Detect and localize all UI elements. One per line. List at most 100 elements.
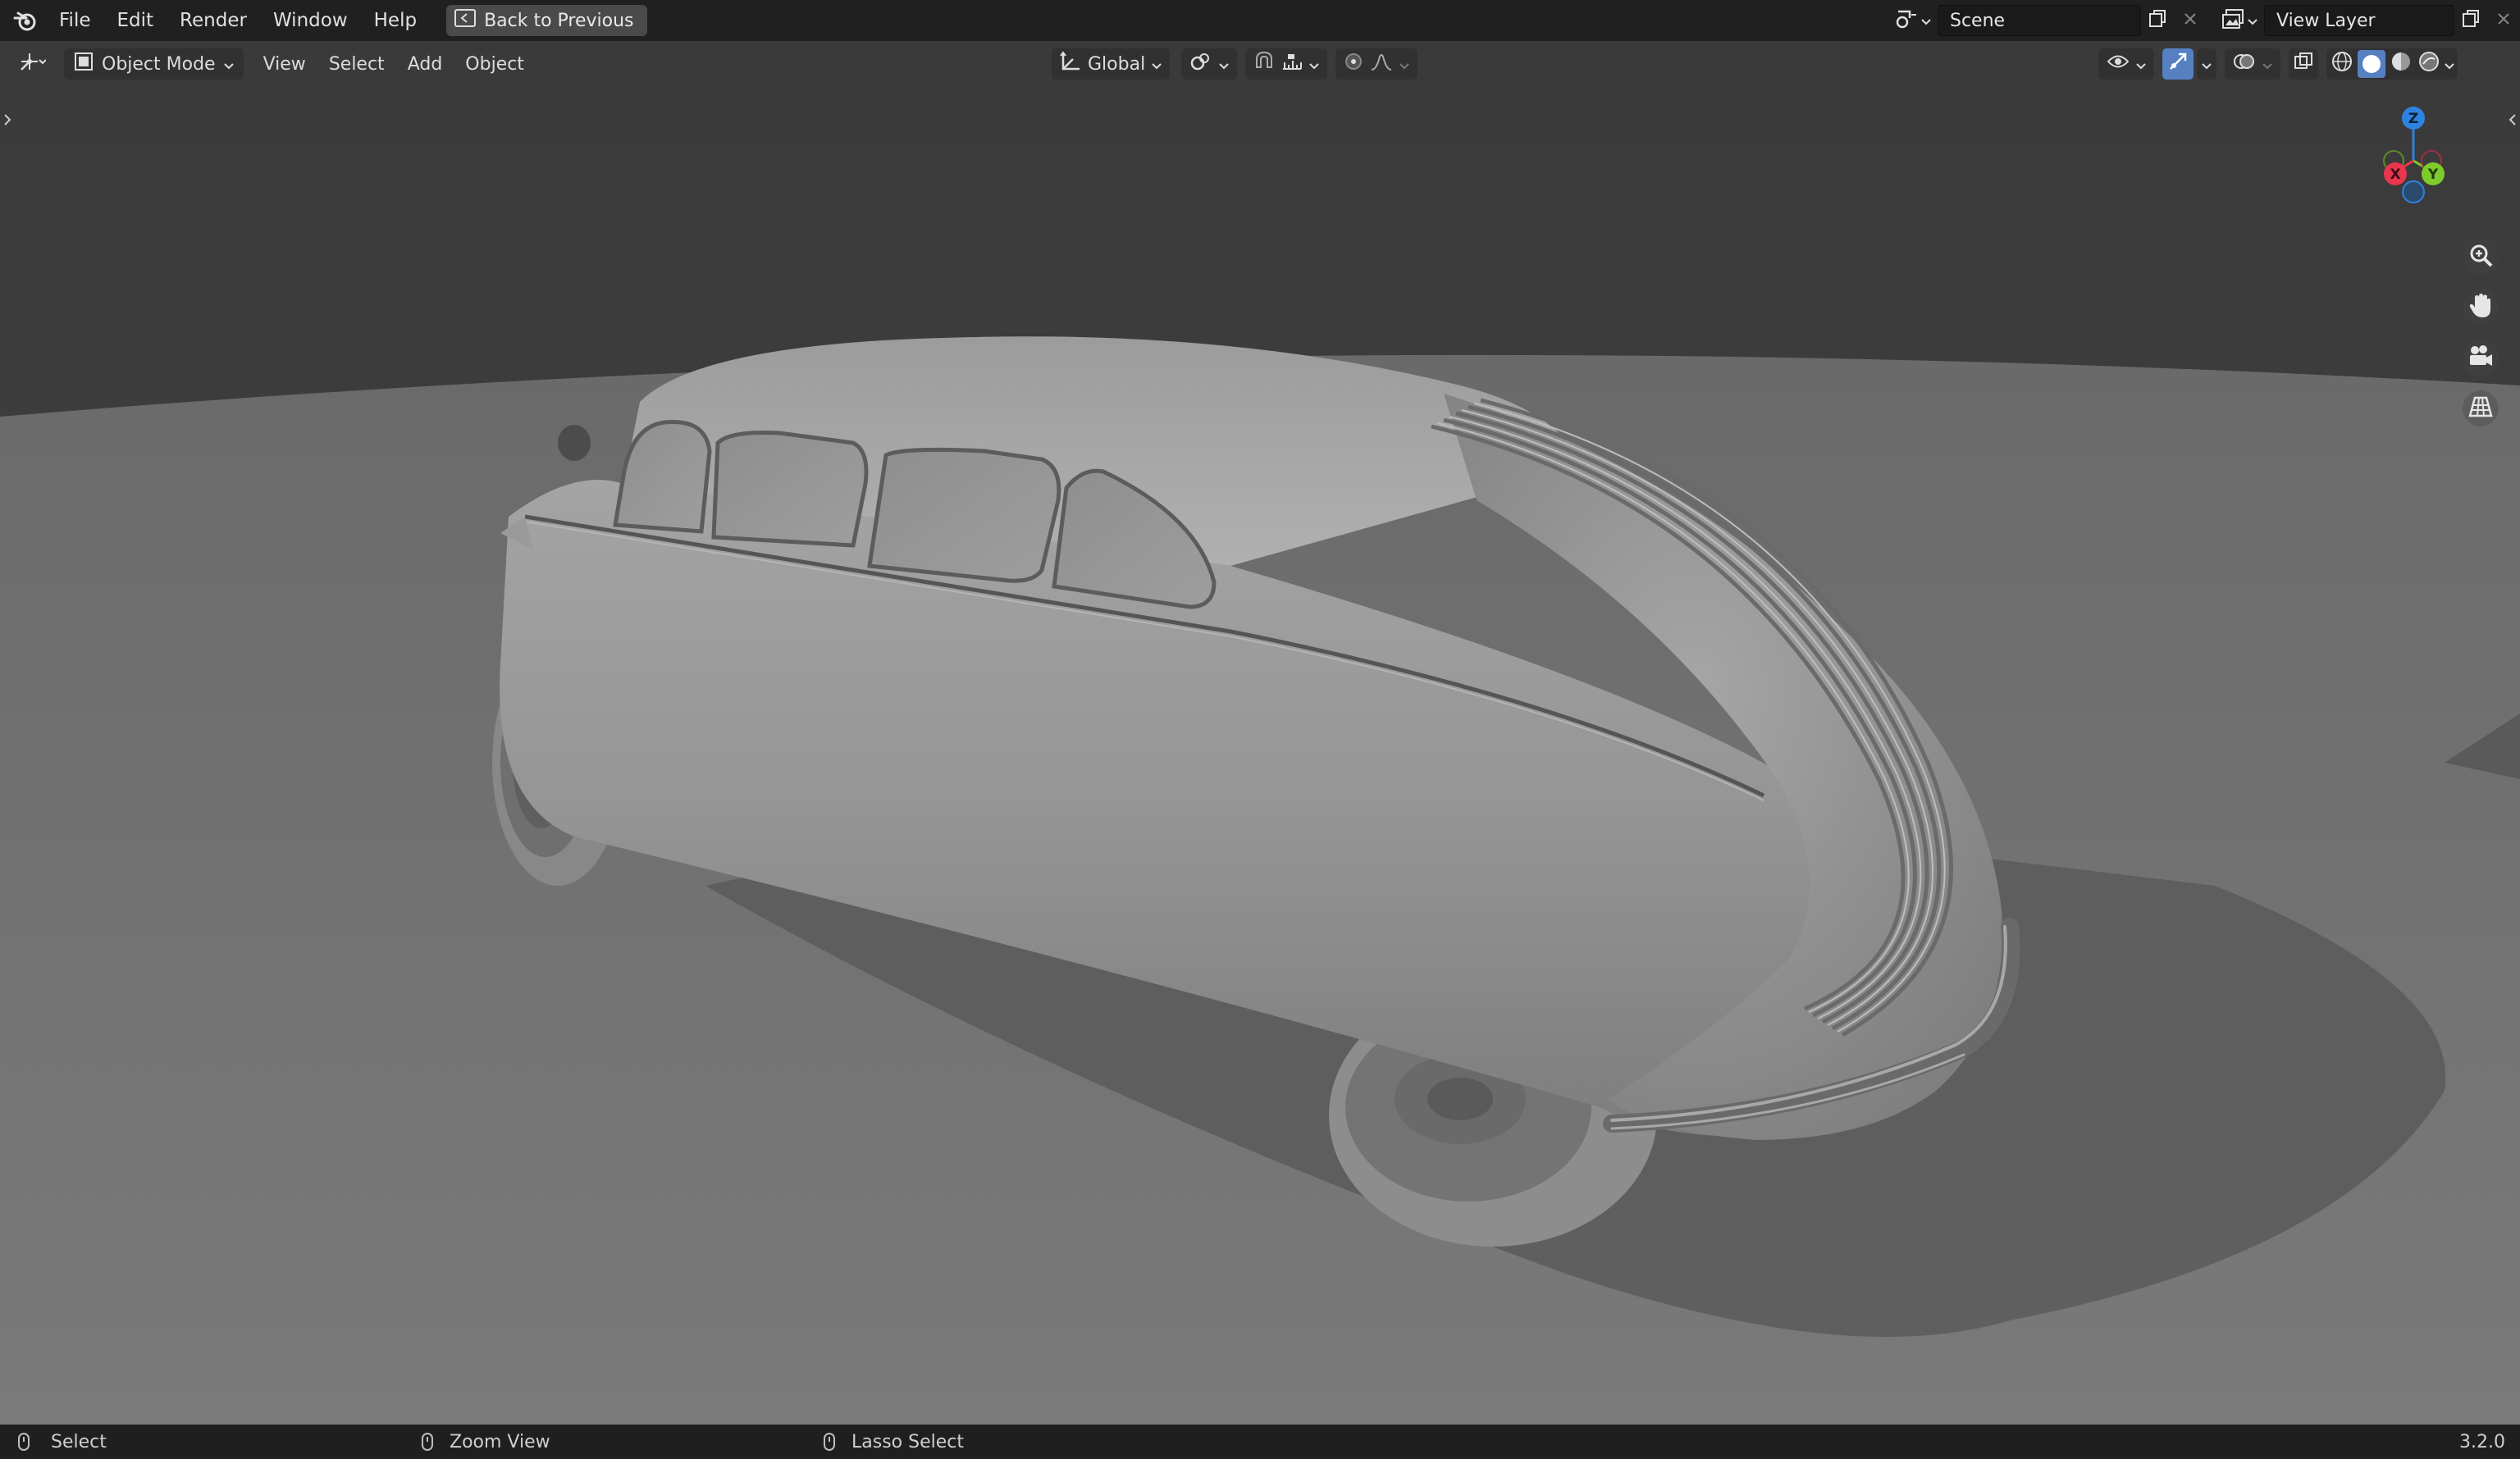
scene-browse-button[interactable] [1888,5,1938,36]
top-bar: File Edit Render Window Help Back to Pre… [0,0,2520,41]
proportional-icon [1344,52,1363,76]
grid-icon [2468,394,2493,422]
chevron-down-icon [1152,54,1162,75]
menu-select[interactable]: Select [317,54,396,75]
status-lasso-select-label: Lasso Select [851,1431,964,1452]
overlays-icon [2233,52,2256,76]
editor-type-button[interactable] [11,48,52,80]
hand-icon [2468,293,2493,322]
back-to-previous-button[interactable]: Back to Previous [446,5,647,36]
version-label: 3.2.0 [2459,1431,2505,1452]
blender-logo-icon[interactable] [5,0,46,41]
gizmo-z-label: Z [2408,111,2418,127]
menu-add[interactable]: Add [396,54,454,75]
zoom-icon [2468,243,2493,271]
transform-controls: Global [1052,48,1418,80]
view-layer-name-field[interactable]: View Layer [2264,5,2454,36]
chevron-down-icon [2202,54,2212,75]
orientation-label: Global [1088,53,1146,75]
status-select-label: Select [51,1431,107,1452]
pivot-icon [1189,52,1212,76]
camera-view-button[interactable] [2463,340,2499,376]
delete-view-layer-button[interactable] [2487,5,2520,36]
sidebar-toggle[interactable] [2505,108,2520,133]
falloff-icon [1370,52,1393,76]
overlays-toggle[interactable] [2225,48,2280,80]
top-right-selectors: Scene View Layer [1888,0,2520,41]
status-lasso-select: Lasso Select [824,1432,964,1452]
xray-toggle[interactable] [2289,48,2318,80]
menu-window[interactable]: Window [260,0,361,41]
gizmo-neg-z[interactable] [2402,180,2425,203]
snap-toggle[interactable] [1245,48,1328,80]
perspective-toggle-button[interactable] [2463,390,2499,426]
status-bar: Select Zoom View Lasso Select 3.2.0 [0,1425,2520,1459]
chevron-down-icon [1921,13,1931,29]
menu-object[interactable]: Object [454,54,536,75]
scene-selector: Scene [1888,5,2207,36]
zoom-view-button[interactable] [2463,239,2499,275]
mouse-right-icon [824,1433,835,1451]
scene-name-field[interactable]: Scene [1938,5,2141,36]
chevron-left-icon [2509,111,2517,130]
camera-icon [2468,344,2494,371]
3d-viewport[interactable]: Z X Y [0,41,2520,1425]
menu-view[interactable]: View [252,54,317,75]
mode-label: Object Mode [102,53,216,75]
chevron-down-icon [1399,54,1409,75]
editor-type-icon [18,50,47,78]
view-layer-browse-button[interactable] [2215,5,2264,36]
viewport-header: Object Mode View Select Add Object Globa… [0,41,2520,87]
rendered-shading-icon[interactable] [2417,49,2441,79]
orientation-icon [1060,51,1081,77]
proportional-editing-toggle[interactable] [1335,48,1418,80]
chevron-down-icon[interactable] [2445,54,2454,75]
transform-orientation-dropdown[interactable]: Global [1052,48,1171,80]
chevron-down-icon [1309,54,1319,75]
scene-icon [1895,8,1918,33]
menu-edit[interactable]: Edit [104,0,167,41]
status-zoom-view-label: Zoom View [450,1431,550,1452]
mouse-middle-icon [422,1433,433,1451]
copy-icon [2461,9,2481,32]
chevron-down-icon [2262,54,2272,75]
blender-window: File Edit Render Window Help Back to Pre… [0,0,2520,1459]
view-layer-icon [2221,8,2244,33]
navigation-gizmo[interactable]: Z X Y [2331,103,2479,218]
shading-mode-group [2326,48,2458,80]
visibility-dropdown[interactable] [2098,48,2154,80]
delete-scene-button[interactable] [2174,5,2207,36]
menu-file[interactable]: File [46,0,104,41]
gizmo-dropdown[interactable] [2197,48,2216,80]
chevron-down-icon [1219,54,1229,75]
toolbar-toggle[interactable] [0,108,15,133]
pivot-point-dropdown[interactable] [1181,48,1238,80]
eye-icon [2107,52,2130,75]
gizmo-toggle[interactable] [2162,48,2194,80]
new-scene-button[interactable] [2141,5,2174,36]
mouse-left-icon [18,1433,30,1451]
back-to-previous-label: Back to Previous [484,10,634,31]
chevron-down-icon [2248,13,2258,29]
snap-increment-icon [1281,52,1303,75]
xray-icon [2294,52,2313,76]
chevron-down-icon [223,54,234,75]
solid-shading-icon[interactable] [2358,50,2385,78]
new-view-layer-button[interactable] [2454,5,2487,36]
menu-help[interactable]: Help [361,0,430,41]
mode-selector[interactable]: Object Mode [64,48,244,80]
material-shading-icon[interactable] [2389,49,2413,79]
chevron-right-icon [3,111,11,130]
pan-view-button[interactable] [2463,290,2499,326]
magnet-icon [1253,51,1275,77]
gizmo-x-label: X [2390,166,2400,183]
close-icon [2497,12,2510,29]
viewport-display-controls [2098,48,2458,80]
chevron-down-icon [2136,54,2146,75]
gizmo-y-label: Y [2427,166,2439,183]
wireframe-shading-icon[interactable] [2330,49,2354,79]
copy-icon [2148,9,2167,32]
gizmo-icon [2167,51,2189,77]
menu-render[interactable]: Render [167,0,260,41]
status-zoom-view: Zoom View [422,1432,550,1452]
